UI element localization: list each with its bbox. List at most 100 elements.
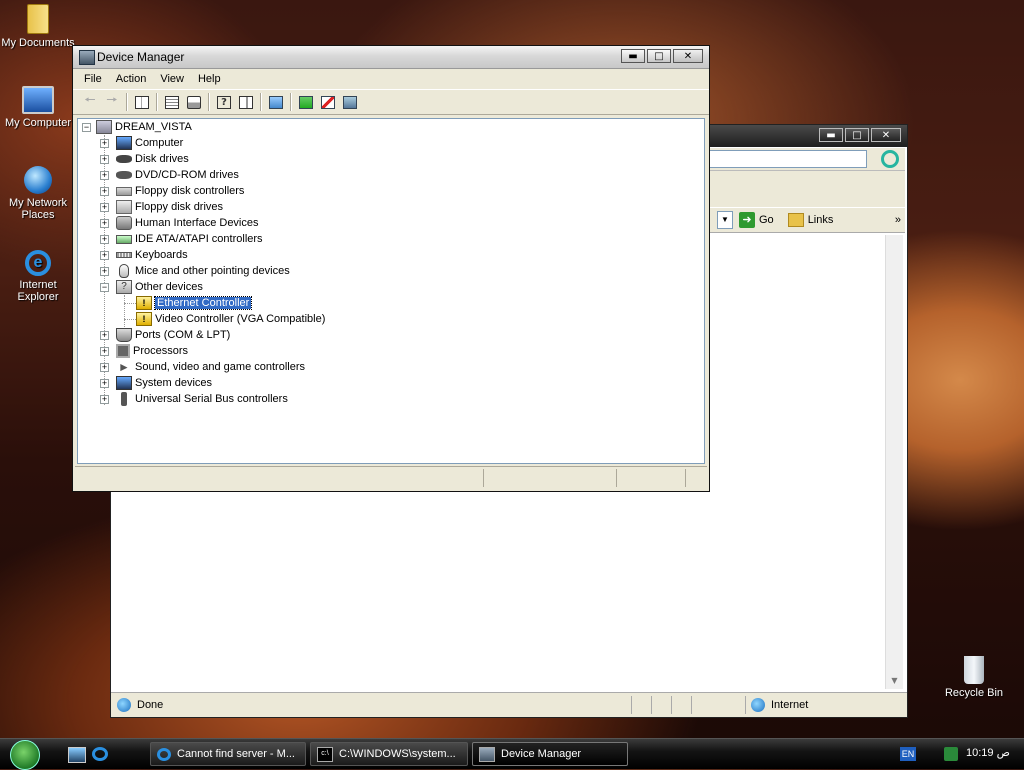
ie-vertical-scrollbar[interactable]: ▼ bbox=[885, 235, 903, 689]
status-divider bbox=[631, 696, 632, 714]
taskbar-item-internet-explorer[interactable]: Cannot find server - M... bbox=[150, 742, 306, 766]
desktop-icon-my-computer[interactable]: My Computer bbox=[1, 86, 75, 129]
processor-icon bbox=[116, 344, 130, 358]
expand-toggle[interactable]: + bbox=[100, 347, 109, 356]
expand-toggle[interactable]: + bbox=[100, 155, 109, 164]
tree-node-mice[interactable]: Mice and other pointing devices bbox=[116, 263, 290, 279]
collapse-toggle[interactable]: − bbox=[100, 283, 109, 292]
device-manager-window[interactable]: Device Manager ▬ □ ✕ File Action View He… bbox=[72, 45, 710, 492]
network-tray-icon[interactable] bbox=[944, 747, 958, 761]
desktop-icon-recycle-bin[interactable]: Recycle Bin bbox=[937, 656, 1011, 699]
menu-action[interactable]: Action bbox=[109, 73, 154, 85]
status-divider bbox=[745, 696, 746, 714]
system-clock[interactable]: 10:19 ص bbox=[966, 746, 1010, 759]
desktop-icon-internet-explorer[interactable]: e Internet Explorer bbox=[1, 250, 75, 303]
expand-toggle[interactable]: + bbox=[100, 171, 109, 180]
properties-icon[interactable] bbox=[161, 92, 183, 112]
menu-help[interactable]: Help bbox=[191, 73, 228, 85]
tree-node-system-devices[interactable]: System devices bbox=[116, 375, 212, 391]
expand-toggle[interactable]: + bbox=[100, 235, 109, 244]
status-divider bbox=[691, 696, 692, 714]
mouse-icon bbox=[119, 264, 129, 278]
expand-toggle[interactable]: + bbox=[100, 219, 109, 228]
links-button[interactable]: Links bbox=[787, 213, 833, 227]
expand-toggle[interactable]: + bbox=[100, 251, 109, 260]
recycle-bin-icon bbox=[964, 656, 984, 684]
ie-links-bar: ▼ ➜ Go Links » bbox=[709, 208, 905, 233]
node-label: Processors bbox=[133, 345, 189, 357]
expand-toggle[interactable]: + bbox=[100, 395, 109, 404]
tree-node-keyboards[interactable]: Keyboards bbox=[116, 247, 188, 263]
tree-node-usb-controllers[interactable]: Universal Serial Bus controllers bbox=[116, 391, 288, 407]
menu-file[interactable]: File bbox=[77, 73, 109, 85]
maximize-button[interactable]: □ bbox=[647, 49, 671, 63]
dvd-drive-icon bbox=[116, 171, 132, 179]
forward-icon[interactable]: 🠖 bbox=[101, 92, 123, 112]
expand-toggle[interactable]: + bbox=[100, 379, 109, 388]
desktop-icon-label: Recycle Bin bbox=[944, 687, 1004, 699]
uninstall-device-icon[interactable] bbox=[317, 92, 339, 112]
tree-node-floppy-disk-controllers[interactable]: Floppy disk controllers bbox=[116, 183, 244, 199]
tree-node-processors[interactable]: Processors bbox=[116, 343, 188, 359]
throbber-icon bbox=[881, 150, 899, 168]
go-button[interactable]: ➜ Go bbox=[739, 212, 774, 228]
expand-toggle[interactable]: + bbox=[100, 203, 109, 212]
start-button[interactable] bbox=[10, 740, 40, 770]
status-pane bbox=[617, 469, 686, 487]
menu-view[interactable]: View bbox=[153, 73, 191, 85]
node-label: Keyboards bbox=[135, 249, 188, 261]
toolbar-overflow-button[interactable]: » bbox=[895, 214, 901, 226]
disk-drive-icon bbox=[116, 155, 132, 163]
help-icon[interactable]: ? bbox=[213, 92, 235, 112]
show-hide-console-tree-icon[interactable] bbox=[131, 92, 153, 112]
maximize-button[interactable]: □ bbox=[845, 128, 869, 142]
expand-toggle[interactable]: + bbox=[100, 331, 109, 340]
minimize-button[interactable]: ▬ bbox=[621, 49, 645, 63]
unknown-device-icon: ? bbox=[116, 280, 132, 294]
dm-title-bar[interactable]: Device Manager ▬ □ ✕ bbox=[73, 46, 709, 69]
minimize-button[interactable]: ▬ bbox=[819, 128, 843, 142]
collapse-toggle[interactable]: − bbox=[82, 123, 91, 132]
address-input[interactable] bbox=[709, 150, 867, 168]
tree-node-computer[interactable]: Computer bbox=[116, 135, 183, 151]
toolbar-separator bbox=[290, 93, 292, 111]
tree-node-sound-video-game[interactable]: ► Sound, video and game controllers bbox=[116, 359, 305, 375]
tree-node-dvd-cd-rom-drives[interactable]: DVD/CD-ROM drives bbox=[116, 167, 239, 183]
taskbar-item-device-manager[interactable]: Device Manager bbox=[472, 742, 628, 766]
update-driver-icon[interactable] bbox=[295, 92, 317, 112]
taskbar-item-command-prompt[interactable]: c:\ C:\WINDOWS\system... bbox=[310, 742, 468, 766]
status-pane bbox=[75, 469, 484, 487]
expand-toggle[interactable]: + bbox=[100, 363, 109, 372]
show-desktop-icon[interactable] bbox=[68, 747, 86, 763]
expand-toggle[interactable]: + bbox=[100, 139, 109, 148]
tree-node-ports[interactable]: Ports (COM & LPT) bbox=[116, 327, 230, 343]
language-indicator[interactable]: EN bbox=[900, 747, 916, 761]
tree-node-ide-ata-atapi-controllers[interactable]: IDE ATA/ATAPI controllers bbox=[116, 231, 263, 247]
tree-node-human-interface-devices[interactable]: Human Interface Devices bbox=[116, 215, 259, 231]
desktop-icon-my-network-places[interactable]: My Network Places bbox=[1, 166, 75, 221]
root-label: DREAM_VISTA bbox=[115, 121, 192, 133]
security-zone: Internet bbox=[751, 698, 808, 712]
desktop-icon-my-documents[interactable]: My Documents bbox=[1, 4, 75, 49]
scroll-down-arrow[interactable]: ▼ bbox=[886, 672, 903, 689]
close-button[interactable]: ✕ bbox=[673, 49, 703, 63]
expand-toggle[interactable]: + bbox=[100, 267, 109, 276]
expand-toggle[interactable]: + bbox=[100, 187, 109, 196]
tree-root-node[interactable]: DREAM_VISTA bbox=[96, 119, 192, 135]
disable-device-icon[interactable] bbox=[339, 92, 361, 112]
tree-node-other-devices[interactable]: ? Other devices bbox=[116, 279, 203, 295]
node-label: Video Controller (VGA Compatible) bbox=[155, 313, 326, 325]
tree-node-ethernet-controller[interactable]: ! Ethernet Controller bbox=[136, 295, 253, 311]
device-tree[interactable]: − DREAM_VISTA + Computer + Disk drives +… bbox=[77, 118, 705, 464]
show-hide-action-pane-icon[interactable] bbox=[235, 92, 257, 112]
print-icon[interactable] bbox=[183, 92, 205, 112]
tree-node-floppy-disk-drives[interactable]: Floppy disk drives bbox=[116, 199, 223, 215]
computer-icon bbox=[116, 136, 132, 150]
scan-hardware-changes-icon[interactable] bbox=[265, 92, 287, 112]
close-button[interactable]: ✕ bbox=[871, 128, 901, 142]
back-icon[interactable]: 🠔 bbox=[79, 92, 101, 112]
internet-explorer-icon[interactable] bbox=[92, 747, 108, 761]
tree-node-video-controller[interactable]: ! Video Controller (VGA Compatible) bbox=[136, 311, 325, 327]
address-dropdown-button[interactable]: ▼ bbox=[717, 211, 733, 229]
tree-node-disk-drives[interactable]: Disk drives bbox=[116, 151, 189, 167]
